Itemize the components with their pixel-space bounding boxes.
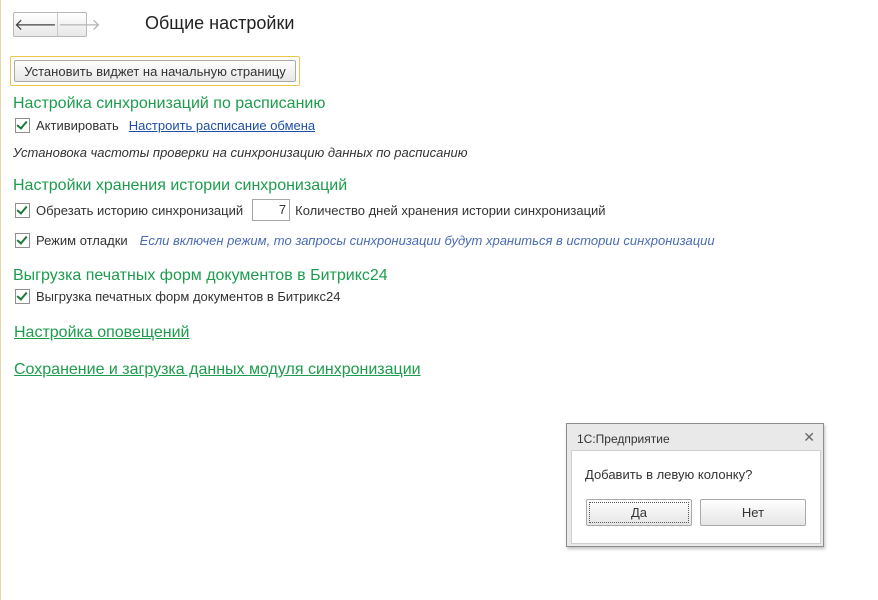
widget-button-focus-frame: Установить виджет на начальную страницу [10,56,300,86]
dialog-title: 1С:Предприятие [577,432,670,446]
close-icon[interactable]: ✕ [803,429,815,446]
debug-mode-checkbox[interactable] [15,233,30,248]
arrow-left-icon: 🡐 [14,17,57,34]
page-title: Общие настройки [145,13,295,33]
window-left-edge [0,0,1,600]
debug-mode-hint: Если включен режим, то запросы синхрониз… [139,233,715,248]
trim-history-row: Обрезать историю синхронизаций 7 Количес… [15,199,606,221]
print-forms-label: Выгрузка печатных форм документов в Битр… [36,289,341,304]
print-forms-row: Выгрузка печатных форм документов в Битр… [15,289,340,304]
dialog-body: Добавить в левую колонку? Да Нет [571,450,821,544]
yes-button[interactable]: Да [586,499,692,526]
debug-mode-row: Режим отладки Если включен режим, то зап… [15,233,715,248]
forward-button[interactable]: 🡒 [58,13,101,36]
sync-frequency-note: Установока частоты проверки на синхрониз… [13,145,468,160]
history-heading: Настройки хранения истории синхронизаций [13,177,348,194]
trim-history-checkbox[interactable] [15,202,30,218]
notifications-link[interactable]: Настройка оповещений [14,324,189,342]
back-button[interactable]: 🡐 [14,13,58,36]
arrow-right-icon: 🡒 [57,17,101,34]
trim-history-label: Обрезать историю синхронизаций [36,202,244,218]
activate-label: Активировать [36,118,119,133]
set-widget-button[interactable]: Установить виджет на начальную страницу [14,60,296,82]
save-load-link[interactable]: Сохранение и загрузка данных модуля синх… [14,361,421,379]
confirm-dialog: 1С:Предприятие ✕ Добавить в левую колонк… [566,423,824,547]
print-forms-checkbox[interactable] [15,289,30,304]
navigation-buttons: 🡐 🡒 [13,12,101,37]
sync-schedule-heading: Настройка синхронизаций по расписанию [13,95,326,112]
configure-schedule-link[interactable]: Настроить расписание обмена [129,118,315,133]
activate-checkbox[interactable] [15,118,30,133]
debug-mode-label: Режим отладки [36,233,128,248]
dialog-message: Добавить в левую колонку? [585,467,753,482]
no-button[interactable]: Нет [700,499,806,526]
history-days-input[interactable]: 7 [252,199,291,221]
print-forms-heading: Выгрузка печатных форм документов в Битр… [13,267,388,284]
history-days-label: Количество дней хранения истории синхрон… [295,202,606,218]
activate-row: Активировать Настроить расписание обмена [15,118,315,133]
